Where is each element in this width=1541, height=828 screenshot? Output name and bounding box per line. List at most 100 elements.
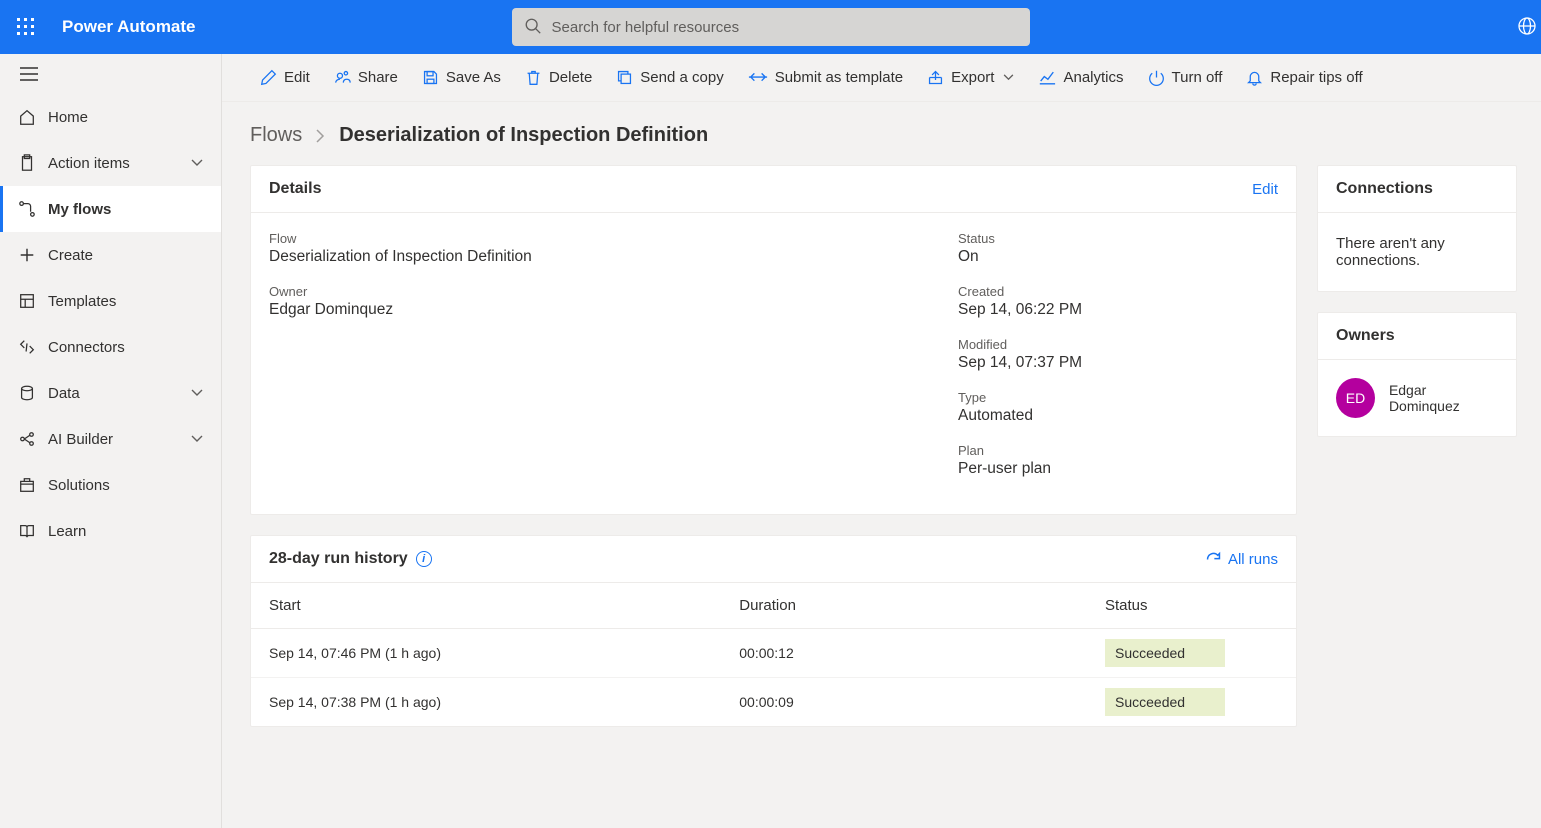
copy-icon [616, 69, 633, 86]
table-row[interactable]: Sep 14, 07:46 PM (1 h ago)00:00:12Succee… [251, 629, 1296, 678]
all-runs-label: All runs [1228, 551, 1278, 568]
power-icon [1148, 69, 1165, 86]
details-card: Details Edit Flow Deserialization of Insp… [250, 165, 1297, 515]
connections-empty: There aren't any connections. [1318, 213, 1516, 291]
sidebar-item-connectors[interactable]: Connectors [0, 324, 221, 370]
sidebar-item-my-flows[interactable]: My flows [0, 186, 221, 232]
col-status[interactable]: Status [1087, 583, 1296, 629]
status-label: Status [958, 231, 1278, 246]
turn-off-label: Turn off [1172, 69, 1223, 86]
flow-value: Deserialization of Inspection Definition [269, 248, 918, 266]
created-label: Created [958, 284, 1278, 299]
all-runs-link[interactable]: All runs [1205, 551, 1278, 568]
details-edit-link[interactable]: Edit [1252, 181, 1278, 198]
info-icon[interactable]: i [416, 551, 432, 567]
send-copy-label: Send a copy [640, 69, 723, 86]
analytics-button[interactable]: Analytics [1028, 63, 1133, 92]
run-duration: 00:00:12 [721, 629, 1087, 678]
avatar: ED [1336, 378, 1375, 418]
run-status: Succeeded [1087, 678, 1296, 727]
breadcrumb-root[interactable]: Flows [250, 124, 302, 147]
command-bar: Edit Share Save As Delete Send a copy Su… [222, 54, 1541, 102]
sidebar-item-home[interactable]: Home [0, 94, 221, 140]
submit-icon [748, 69, 768, 86]
globe-icon[interactable] [1517, 16, 1537, 36]
delete-label: Delete [549, 69, 592, 86]
flow-label: Flow [269, 231, 918, 246]
sidebar-item-solutions[interactable]: Solutions [0, 462, 221, 508]
delete-button[interactable]: Delete [515, 63, 602, 92]
sidebar-item-action-items[interactable]: Action items [0, 140, 221, 186]
plan-value: Per-user plan [958, 460, 1278, 478]
clipboard-icon [18, 154, 48, 172]
trash-icon [525, 69, 542, 86]
search-container [512, 8, 1030, 46]
sidebar-item-label: Create [48, 247, 221, 264]
run-start: Sep 14, 07:46 PM (1 h ago) [251, 629, 721, 678]
search-input[interactable] [512, 8, 1030, 46]
chevron-down-icon [191, 435, 221, 443]
details-title: Details [269, 180, 321, 198]
owner-row[interactable]: ED Edgar Dominquez [1318, 360, 1516, 436]
export-icon [927, 69, 944, 86]
run-history-title: 28-day run history [269, 550, 408, 568]
bell-icon [1246, 69, 1263, 86]
run-history-card: 28-day run history i All runs Start Dura… [250, 535, 1297, 727]
runs-table: Start Duration Status Sep 14, 07:46 PM (… [251, 583, 1296, 726]
edit-button[interactable]: Edit [250, 63, 320, 92]
breadcrumb-current: Deserialization of Inspection Definition [339, 124, 708, 147]
send-copy-button[interactable]: Send a copy [606, 63, 733, 92]
flow-icon [18, 200, 48, 218]
app-launcher-button[interactable] [8, 9, 44, 45]
table-row[interactable]: Sep 14, 07:38 PM (1 h ago)00:00:09Succee… [251, 678, 1296, 727]
share-button[interactable]: Share [324, 63, 408, 92]
hamburger-button[interactable] [0, 54, 221, 94]
status-value: On [958, 248, 1278, 266]
sidebar-item-label: AI Builder [48, 431, 191, 448]
owner-value: Edgar Dominquez [269, 301, 918, 319]
repair-tips-button[interactable]: Repair tips off [1236, 63, 1372, 92]
sidebar-item-templates[interactable]: Templates [0, 278, 221, 324]
pencil-icon [260, 69, 277, 86]
col-duration[interactable]: Duration [721, 583, 1087, 629]
sidebar-item-ai-builder[interactable]: AI Builder [0, 416, 221, 462]
sidebar-item-create[interactable]: Create [0, 232, 221, 278]
sidebar-item-label: Learn [48, 523, 221, 540]
owner-label: Owner [269, 284, 918, 299]
templates-icon [18, 292, 48, 310]
save-as-button[interactable]: Save As [412, 63, 511, 92]
export-button[interactable]: Export [917, 63, 1024, 92]
connector-icon [18, 338, 48, 356]
share-label: Share [358, 69, 398, 86]
edit-label: Edit [284, 69, 310, 86]
submit-template-button[interactable]: Submit as template [738, 63, 913, 92]
sidebar-item-label: Templates [48, 293, 221, 310]
type-label: Type [958, 390, 1278, 405]
type-value: Automated [958, 407, 1278, 425]
plan-label: Plan [958, 443, 1278, 458]
sidebar-item-label: Home [48, 109, 221, 126]
sidebar-item-label: My flows [48, 201, 221, 218]
sidebar-item-label: Connectors [48, 339, 221, 356]
col-start[interactable]: Start [251, 583, 721, 629]
plus-icon [18, 246, 48, 264]
breadcrumb: Flows Deserialization of Inspection Defi… [222, 102, 1541, 165]
chevron-down-icon [191, 159, 221, 167]
chevron-right-icon [316, 129, 325, 143]
brand-title: Power Automate [62, 17, 196, 37]
turn-off-button[interactable]: Turn off [1138, 63, 1233, 92]
sidebar-item-data[interactable]: Data [0, 370, 221, 416]
ai-icon [18, 430, 48, 448]
sidebar-item-learn[interactable]: Learn [0, 508, 221, 554]
sidebar-item-label: Action items [48, 155, 191, 172]
run-status: Succeeded [1087, 629, 1296, 678]
connections-title: Connections [1336, 180, 1433, 198]
repair-label: Repair tips off [1270, 69, 1362, 86]
owner-name: Edgar Dominquez [1389, 382, 1498, 414]
run-duration: 00:00:09 [721, 678, 1087, 727]
owners-card: Owners ED Edgar Dominquez [1317, 312, 1517, 437]
export-label: Export [951, 69, 994, 86]
save-icon [422, 69, 439, 86]
analytics-icon [1038, 69, 1056, 86]
modified-value: Sep 14, 07:37 PM [958, 354, 1278, 372]
